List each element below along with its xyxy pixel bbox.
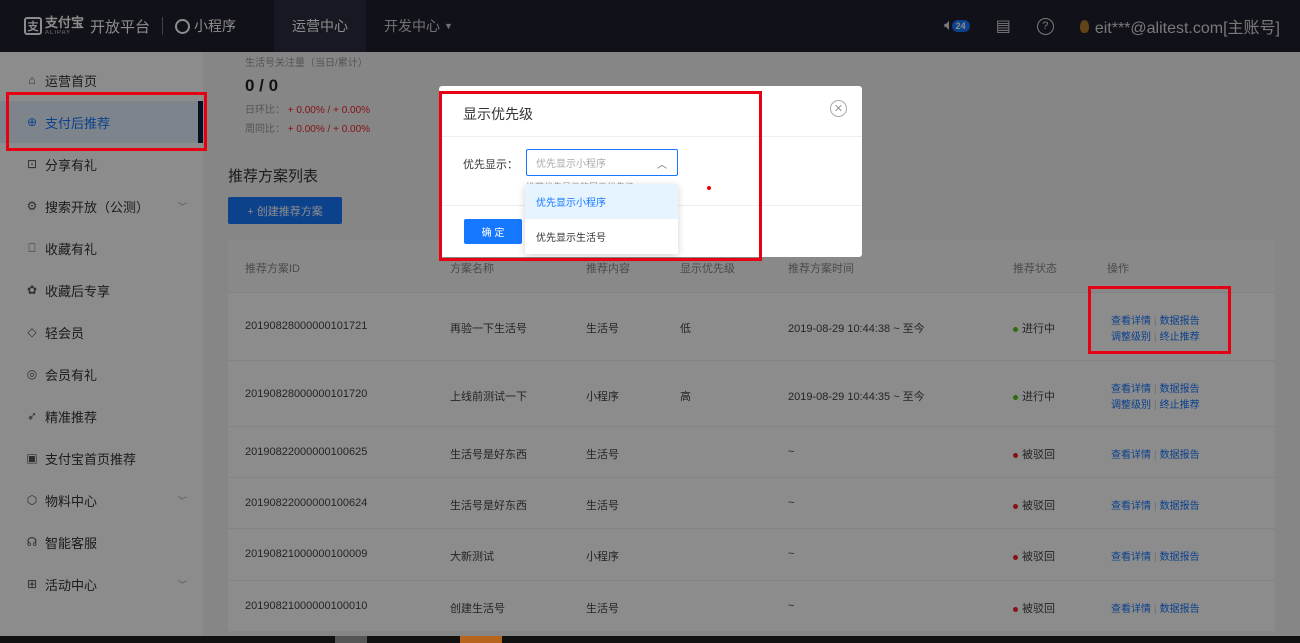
taskbar-item	[335, 636, 367, 643]
taskbar-item	[460, 636, 502, 643]
highlight-box-ops	[1088, 286, 1231, 354]
close-icon[interactable]: ✕	[830, 100, 847, 117]
highlight-box-sidebar	[6, 92, 207, 151]
highlight-box-modal	[439, 91, 762, 261]
taskbar-strip	[0, 636, 1300, 643]
